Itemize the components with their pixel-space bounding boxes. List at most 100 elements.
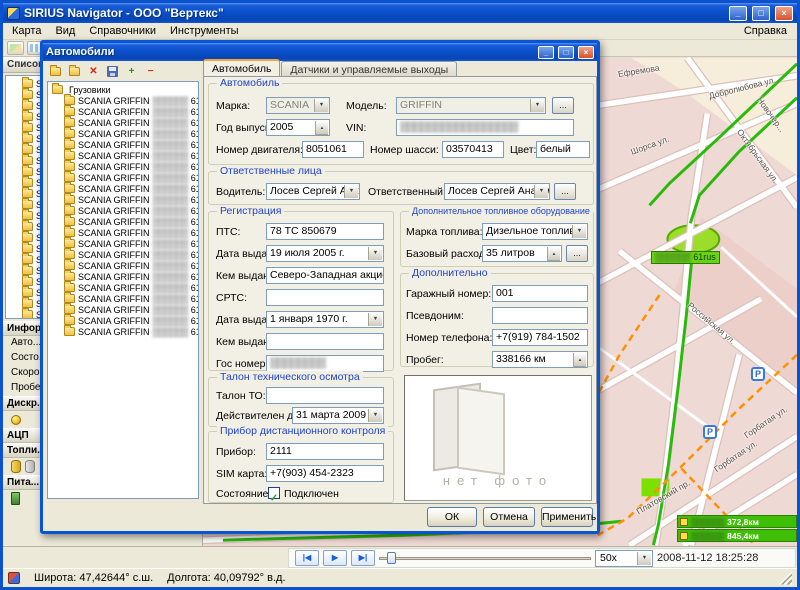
tree-item-vehicle[interactable]: SCANIA GRIFFIN ▒▒▒▒▒▒ 61rus — [50, 227, 198, 238]
device-field[interactable]: 2111 — [266, 443, 384, 460]
phone-field[interactable]: +7(919) 784-1502 — [492, 329, 588, 346]
child-maximize-button[interactable]: □ — [558, 46, 574, 59]
responsible-browse-button[interactable]: ... — [554, 183, 576, 200]
vehicle-map-label[interactable]: ▒▒▒▒▒▒61rus — [651, 251, 720, 264]
year-spinner[interactable]: 2005 — [266, 119, 330, 136]
map-icon[interactable] — [7, 41, 24, 55]
alias-field[interactable] — [492, 307, 588, 324]
plate-field[interactable]: ▒▒▒▒▒▒▒▒ — [266, 355, 384, 372]
spin-up-icon[interactable] — [547, 247, 560, 261]
color-field[interactable]: белый — [536, 141, 590, 158]
chevron-down-icon[interactable] — [368, 313, 382, 326]
mileage-spinner[interactable]: 338166 км — [492, 351, 588, 368]
spinner-buttons[interactable] — [573, 353, 586, 366]
sim-field[interactable]: +7(903) 454-2323 — [266, 465, 384, 482]
step-back-button[interactable]: |◀ — [295, 550, 319, 566]
issued-by-field[interactable]: Северо-Западная акционерн — [266, 267, 384, 284]
close-button[interactable]: × — [775, 6, 793, 21]
fuel-rate-browse-button[interactable]: ... — [566, 245, 588, 262]
menu-tools[interactable]: Инструменты — [163, 24, 246, 38]
talon-field[interactable] — [266, 387, 384, 404]
tree-item-vehicle[interactable]: SCANIA GRIFFIN ▒▒▒▒▒▒ 61rus — [50, 304, 198, 315]
child-close-button[interactable]: × — [578, 46, 594, 59]
menu-view[interactable]: Вид — [48, 24, 82, 38]
tree-item-vehicle[interactable]: SCANIA GRIFFIN ▒▒▒▒▒▒ 61rus — [50, 282, 198, 293]
model-browse-button[interactable]: ... — [552, 97, 574, 114]
cancel-button[interactable]: Отмена — [483, 507, 535, 527]
tree-item-vehicle[interactable]: SCANIA GRIFFIN ▒▒▒▒▒▒ 61rus — [50, 271, 198, 282]
tree-root-group[interactable]: Грузовики — [50, 84, 198, 95]
brand-combo[interactable]: SCANIA — [266, 97, 330, 114]
resize-grip[interactable] — [779, 572, 792, 585]
spinner-buttons[interactable] — [547, 247, 560, 260]
chevron-down-icon[interactable] — [368, 409, 382, 422]
issue-date-picker[interactable]: 19 июля 2005 г. — [266, 245, 384, 262]
tree-item-vehicle[interactable]: SCANIA GRIFFIN ▒▒▒▒▒▒ 61rus — [50, 172, 198, 183]
spinner-buttons[interactable] — [315, 121, 328, 134]
expand-all-icon[interactable]: + — [123, 64, 140, 79]
tree-item-vehicle[interactable]: SCANIA GRIFFIN ▒▒▒▒▒▒ 61rus — [50, 128, 198, 139]
vin-field[interactable]: ▒▒▒▒▒▒▒▒▒▒▒▒▒▒▒▒▒ — [396, 119, 574, 136]
delete-icon[interactable]: ✕ — [85, 64, 102, 79]
spin-up-icon[interactable] — [315, 121, 328, 135]
save-icon[interactable] — [104, 64, 121, 79]
fuel-rate-spinner[interactable]: 35 литров — [482, 245, 562, 262]
chevron-down-icon[interactable] — [572, 225, 586, 238]
tree-item-vehicle[interactable]: SCANIA GRIFFIN ▒▒▒▒▒▒ 61rus — [50, 95, 198, 106]
tree-item-vehicle[interactable]: SCANIA GRIFFIN ▒▒▒▒▒▒ 61rus — [50, 139, 198, 150]
playback-speed-combo[interactable]: 50x — [595, 550, 653, 567]
tree-item-vehicle[interactable]: SCANIA GRIFFIN ▒▒▒▒▒▒ 61rus — [50, 117, 198, 128]
valid-until-picker[interactable]: 31 марта 2009 г. — [292, 407, 384, 424]
tab-vehicle[interactable]: Автомобиль — [203, 59, 280, 77]
menu-directories[interactable]: Справочники — [82, 24, 163, 38]
maximize-button[interactable]: □ — [752, 6, 770, 21]
tree-item-vehicle[interactable]: SCANIA GRIFFIN ▒▒▒▒▒▒ 61rus — [50, 249, 198, 260]
fuel-brand-combo[interactable]: Дизельное топливо — [482, 223, 588, 240]
play-button[interactable]: ▶ — [323, 550, 347, 566]
model-combo[interactable]: GRIFFIN — [396, 97, 546, 114]
chevron-down-icon[interactable] — [530, 99, 544, 112]
tab-sensors[interactable]: Датчики и управляемые выходы — [281, 61, 457, 77]
tree-item-vehicle[interactable]: SCANIA GRIFFIN ▒▒▒▒▒▒ 61rus — [50, 260, 198, 271]
tree-item-vehicle[interactable]: SCANIA GRIFFIN ▒▒▒▒▒▒ 61rus — [50, 161, 198, 172]
issue-date2-picker[interactable]: 1 января 1970 г. — [266, 311, 384, 328]
engine-field[interactable]: 8051061 — [302, 141, 364, 158]
child-minimize-button[interactable]: _ — [538, 46, 554, 59]
tree-item-vehicle[interactable]: SCANIA GRIFFIN ▒▒▒▒▒▒ 61rus — [50, 326, 198, 337]
chevron-down-icon[interactable] — [344, 185, 358, 198]
spin-down-icon[interactable] — [315, 135, 328, 136]
connected-checkbox[interactable] — [268, 487, 280, 499]
tree-item-vehicle[interactable]: SCANIA GRIFFIN ▒▒▒▒▒▒ 61rus — [50, 205, 198, 216]
apply-button[interactable]: Применить — [541, 507, 593, 527]
tree-item-vehicle[interactable]: SCANIA GRIFFIN ▒▒▒▒▒▒ 61rus — [50, 150, 198, 161]
chevron-down-icon[interactable] — [534, 185, 548, 198]
responsible-combo[interactable]: Лосев Сергей Анатоль — [444, 183, 550, 200]
issued-by2-field[interactable] — [266, 333, 384, 350]
tree-item-vehicle[interactable]: SCANIA GRIFFIN ▒▒▒▒▒▒ 61rus — [50, 183, 198, 194]
chevron-down-icon[interactable] — [637, 552, 651, 565]
menu-help[interactable]: Справка — [736, 24, 795, 38]
spin-down-icon[interactable] — [547, 261, 560, 262]
tree-item-vehicle[interactable]: SCANIA GRIFFIN ▒▒▒▒▒▒ 61rus — [50, 293, 198, 304]
tree-item-vehicle[interactable]: SCANIA GRIFFIN ▒▒▒▒▒▒ 61rus — [50, 315, 198, 326]
chevron-down-icon[interactable] — [368, 247, 382, 260]
chassis-field[interactable]: 03570413 — [442, 141, 504, 158]
slider-thumb[interactable] — [387, 552, 396, 564]
tree-item-vehicle[interactable]: SCANIA GRIFFIN ▒▒▒▒▒▒ 61rus — [50, 106, 198, 117]
chevron-down-icon[interactable] — [314, 99, 328, 112]
srts-field[interactable] — [266, 289, 384, 306]
tree-item-vehicle[interactable]: SCANIA GRIFFIN ▒▒▒▒▒▒ 61rus — [50, 216, 198, 227]
add-vehicle-icon[interactable] — [47, 64, 64, 79]
driver-combo[interactable]: Лосев Сергей Анатоль — [266, 183, 360, 200]
collapse-all-icon[interactable]: − — [142, 64, 159, 79]
step-forward-button[interactable]: ▶| — [351, 550, 375, 566]
pts-field[interactable]: 78 ТС 850679 — [266, 223, 384, 240]
vehicles-tree[interactable]: Грузовики SCANIA GRIFFIN ▒▒▒▒▒▒ 61rus SC… — [47, 81, 199, 499]
add-group-icon[interactable] — [66, 64, 83, 79]
timeline-slider[interactable] — [379, 550, 591, 566]
tree-item-vehicle[interactable]: SCANIA GRIFFIN ▒▒▒▒▒▒ 61rus — [50, 238, 198, 249]
spin-up-icon[interactable] — [573, 353, 586, 367]
title-bar[interactable]: SIRIUS Navigator - ООО "Вертекс" _ □ × — [3, 3, 797, 23]
garage-field[interactable]: 001 — [492, 285, 588, 302]
ok-button[interactable]: ОК — [427, 507, 477, 527]
